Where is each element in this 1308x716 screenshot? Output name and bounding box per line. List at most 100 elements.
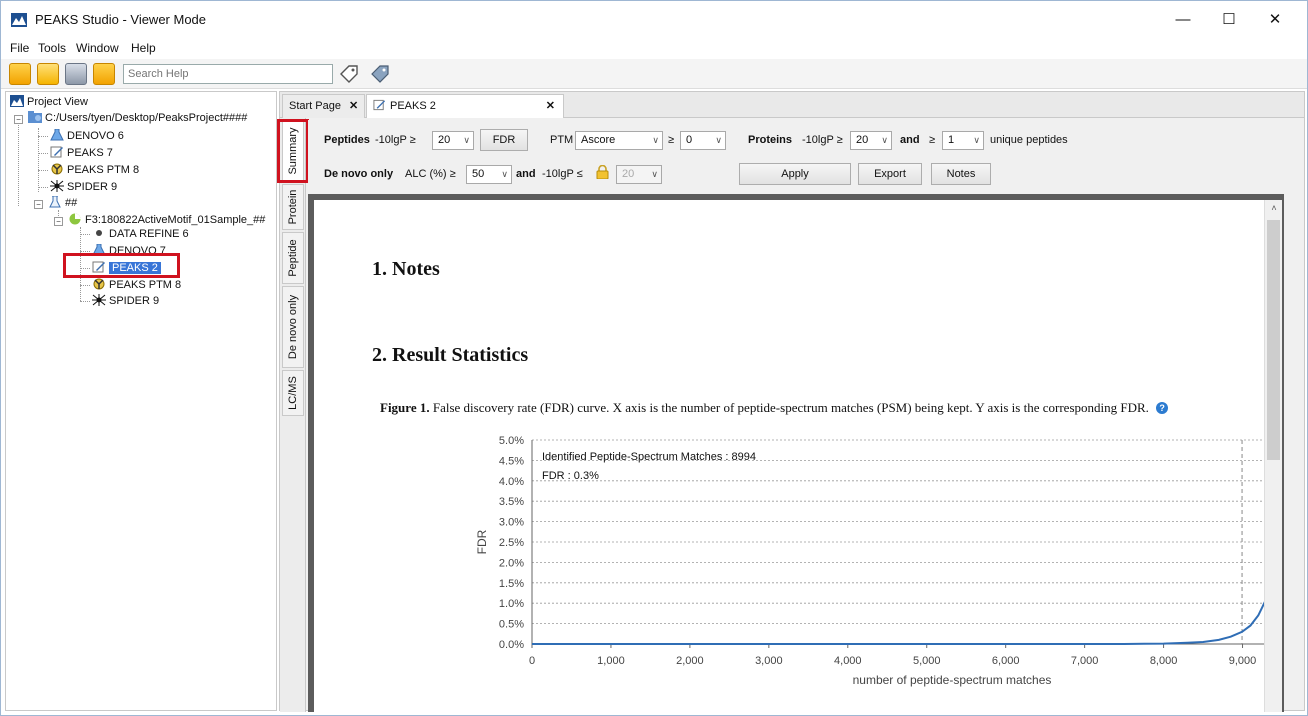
open-folder-button[interactable] — [37, 63, 59, 85]
tree-item-spider-9-sample[interactable]: SPIDER 9 — [92, 293, 159, 309]
tab-start-page[interactable]: Start Page ✕ — [282, 94, 366, 118]
sample-pie-icon — [69, 213, 81, 225]
and2-filter-label: and — [516, 168, 536, 180]
x-tick-label: 1,000 — [597, 655, 625, 667]
chart-annotation: FDR : 0.3% — [542, 470, 599, 482]
vtab-peptide[interactable]: Peptide — [282, 232, 304, 284]
report-pencil-icon — [50, 146, 63, 158]
vtab-label: Protein — [287, 189, 299, 225]
peptides-filter-label: Peptides — [324, 134, 370, 146]
app-window: PEAKS Studio - Viewer Mode — ☐ ✕ File To… — [0, 0, 1308, 716]
scrollbar-thumb[interactable] — [1267, 220, 1280, 460]
peptides-label: Peptides — [324, 134, 370, 146]
tree-item-label: PEAKS PTM 8 — [109, 279, 182, 291]
tree-item-peaks-7[interactable]: PEAKS 7 — [50, 145, 113, 161]
tree-item-label: SPIDER 9 — [109, 295, 160, 307]
x-axis-label: number of peptide-spectrum matches — [853, 673, 1052, 687]
configuration-button[interactable] — [93, 63, 115, 85]
combo-value: 20 — [438, 134, 451, 146]
tree-item-peaks-ptm-8-sample[interactable]: PEAKS PTM 8 — [92, 277, 181, 293]
alc-label: ALC (%) ≥ — [405, 168, 456, 180]
project-folder-icon — [28, 111, 42, 123]
editor-area: Start Page ✕ PEAKS 2 ✕ Summary Protein Pep… — [277, 91, 1305, 712]
close-button[interactable]: ✕ — [1253, 9, 1297, 31]
peptides-score-select[interactable]: 20 ∨ — [432, 131, 474, 150]
collapse-root-toggle[interactable]: − — [14, 115, 23, 124]
lock-icon[interactable] — [596, 165, 609, 179]
denovo-label: De novo only — [324, 168, 394, 180]
x-tick-label: 7,000 — [1071, 655, 1099, 667]
notes-button[interactable]: Notes — [931, 163, 991, 185]
proteins-score-select[interactable]: 20 ∨ — [850, 131, 892, 150]
tab-close-icon[interactable]: ✕ — [349, 100, 358, 112]
tree-item-label: PEAKS 7 — [67, 147, 113, 159]
and-filter-label: and — [900, 134, 920, 146]
menu-tools[interactable]: Tools — [38, 41, 66, 55]
spider-icon — [50, 180, 64, 192]
tree-item-data-refine-6[interactable]: DATA REFINE 6 — [92, 226, 189, 242]
y-tick-label: 3.5% — [499, 496, 524, 508]
tag-icon[interactable] — [338, 64, 360, 84]
flask-icon — [50, 129, 64, 141]
export-button[interactable]: Export — [858, 163, 922, 185]
ptm-icon — [51, 163, 63, 175]
alc-select[interactable]: 50 ∨ — [466, 165, 512, 184]
y-axis-label: FDR — [475, 529, 489, 554]
report-scrollbar[interactable]: ˄ — [1264, 200, 1282, 712]
y-tick-label: 4.0% — [499, 476, 524, 488]
ptm-select[interactable]: Ascore ∨ — [575, 131, 663, 150]
tree-item-label: SPIDER 9 — [67, 181, 118, 193]
y-tick-label: 0.0% — [499, 639, 524, 651]
root-path-label: C:/Users/tyen/Desktop/PeaksProject#### — [45, 112, 248, 124]
section-result-statistics-heading: 2. Result Statistics — [372, 344, 529, 366]
tree-root-project[interactable]: C:/Users/tyen/Desktop/PeaksProject#### — [28, 110, 247, 126]
tree-sample-group[interactable]: ## — [48, 195, 77, 211]
ptm-icon — [93, 278, 105, 290]
summary-report[interactable]: 1. Notes 2. Result Statistics Figure 1. … — [314, 200, 1282, 712]
tab-peaks-2[interactable]: PEAKS 2 ✕ — [366, 94, 564, 118]
tree-item-peaks-ptm-8[interactable]: PEAKS PTM 8 — [50, 162, 139, 178]
vtab-lcms[interactable]: LC/MS — [282, 370, 304, 416]
ptm-label: PTM — [550, 134, 574, 146]
new-project-button[interactable] — [9, 63, 31, 85]
ptm-threshold-select[interactable]: 0 ∨ — [680, 131, 726, 150]
menu-help[interactable]: Help — [131, 41, 156, 55]
filter-controls: Peptides -10lgP ≥ 20 ∨ FDR PTM Ascore ∨ ≥ … — [308, 120, 1304, 192]
help-icon[interactable]: ? — [1156, 402, 1169, 414]
vtab-protein[interactable]: Protein — [282, 184, 304, 230]
apply-button[interactable]: Apply — [739, 163, 851, 185]
highlight-box-peaks-2 — [63, 253, 180, 278]
figure-label: Figure 1. — [380, 400, 430, 415]
tree-item-denovo-6[interactable]: DENOVO 6 — [50, 128, 124, 144]
save-button[interactable] — [65, 63, 87, 85]
search-help-input[interactable] — [123, 64, 333, 84]
maximize-button[interactable]: ☐ — [1207, 9, 1251, 31]
menu-file[interactable]: File — [10, 41, 29, 55]
fdr-button[interactable]: FDR — [480, 129, 528, 151]
bullet-icon — [96, 230, 102, 236]
combo-value: 20 — [622, 168, 635, 180]
unique-peptides-label: unique peptides — [990, 134, 1068, 146]
minimize-button[interactable]: — — [1161, 9, 1205, 31]
x-tick-label: 0 — [529, 655, 535, 667]
tab-close-icon[interactable]: ✕ — [546, 95, 555, 117]
tree-item-label: DENOVO 6 — [67, 130, 124, 142]
combo-value: Ascore — [581, 134, 616, 146]
vtab-de-novo-only[interactable]: De novo only — [282, 286, 304, 368]
x-tick-label: 2,000 — [676, 655, 704, 667]
tree-item-label: PEAKS PTM 8 — [67, 164, 140, 176]
window-title: PEAKS Studio - Viewer Mode — [35, 12, 207, 27]
y-tick-label: 0.5% — [499, 619, 524, 631]
scroll-up-icon[interactable]: ˄ — [1265, 200, 1282, 216]
tree-item-spider-9[interactable]: SPIDER 9 — [50, 179, 117, 195]
chevron-down-icon: ∨ — [881, 135, 888, 145]
label-tag-icon[interactable] — [369, 64, 391, 84]
menu-window[interactable]: Window — [76, 41, 119, 55]
denovo-filter-label: De novo only — [324, 168, 393, 180]
collapse-sample-group-toggle[interactable]: − — [34, 200, 43, 209]
x-tick-label: 8,000 — [1150, 655, 1178, 667]
unique-peptides-select[interactable]: 1 ∨ — [942, 131, 984, 150]
collapse-sample-toggle[interactable]: − — [54, 217, 63, 226]
y-tick-label: 3.0% — [499, 517, 524, 529]
report-pencil-icon — [373, 99, 386, 111]
